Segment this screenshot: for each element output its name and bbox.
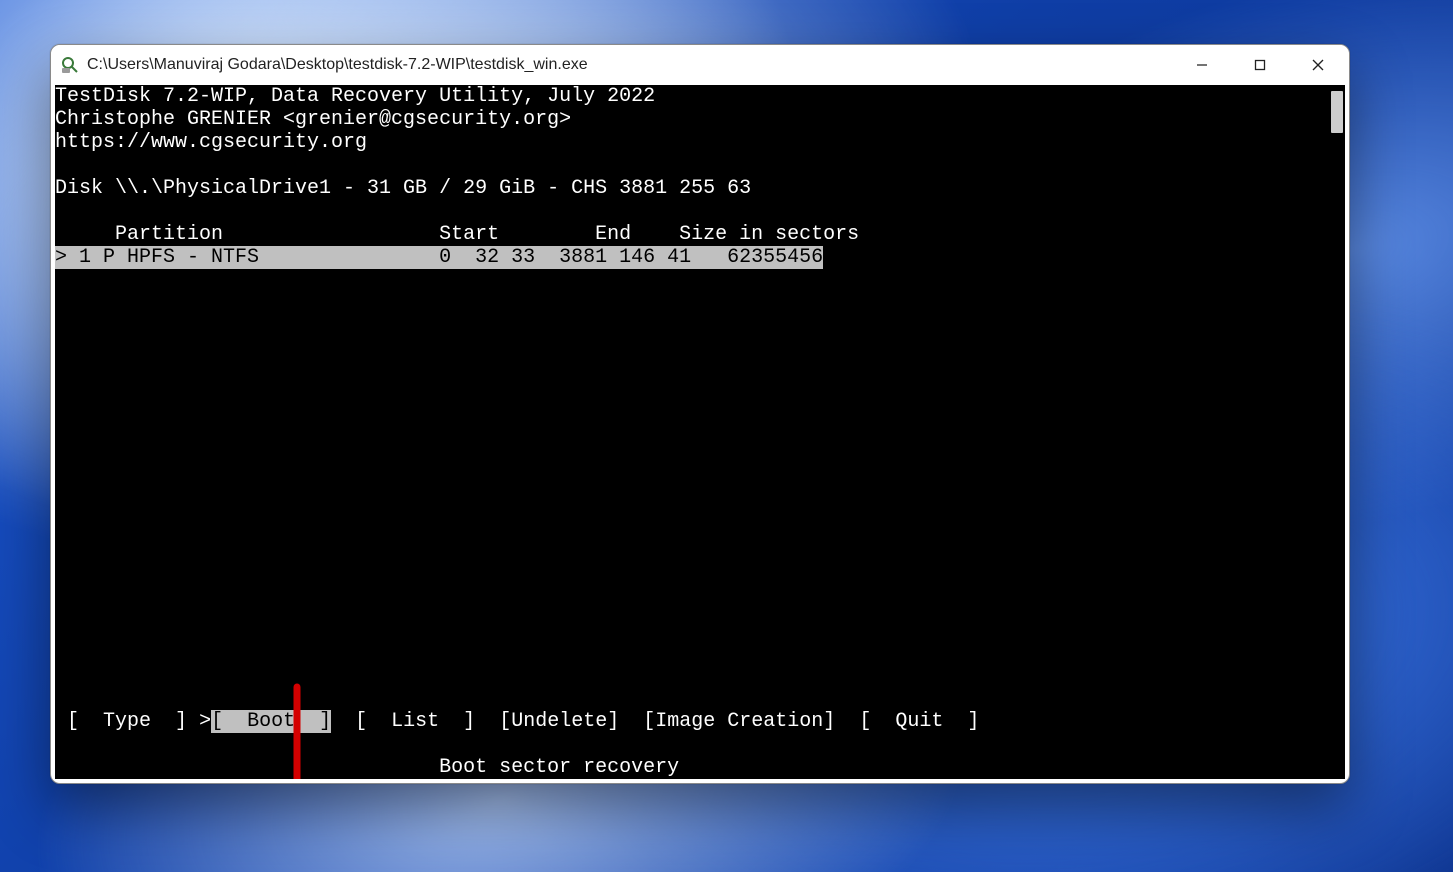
- partition-columns: Partition Start End Size in sectors: [55, 223, 1327, 246]
- desktop-background: C:\Users\Manuviraj Godara\Desktop\testdi…: [0, 0, 1453, 872]
- console-line: TestDisk 7.2-WIP, Data Recovery Utility,…: [55, 85, 1327, 108]
- console-scrollbar[interactable]: [1327, 85, 1345, 779]
- menu-type[interactable]: [ Type ]: [55, 710, 199, 733]
- menu-quit[interactable]: [ Quit ]: [847, 710, 991, 733]
- maximize-button[interactable]: [1231, 45, 1289, 85]
- window-buttons: [1173, 45, 1347, 85]
- console-line: https://www.cgsecurity.org: [55, 131, 1327, 154]
- menu-boot[interactable]: >[ Boot ]: [199, 710, 331, 733]
- minimize-button[interactable]: [1173, 45, 1231, 85]
- titlebar[interactable]: C:\Users\Manuviraj Godara\Desktop\testdi…: [51, 45, 1349, 85]
- app-window: C:\Users\Manuviraj Godara\Desktop\testdi…: [50, 44, 1350, 784]
- console-area[interactable]: TestDisk 7.2-WIP, Data Recovery Utility,…: [55, 85, 1345, 779]
- window-title: C:\Users\Manuviraj Godara\Desktop\testdi…: [87, 56, 1173, 74]
- menu-list[interactable]: [ List ]: [331, 710, 487, 733]
- console-line: Disk \\.\PhysicalDrive1 - 31 GB / 29 GiB…: [55, 177, 1327, 200]
- console-line: Christophe GRENIER <grenier@cgsecurity.o…: [55, 108, 1327, 131]
- menu-hint: Boot sector recovery: [55, 756, 1327, 779]
- console-line: [55, 154, 1327, 177]
- scrollbar-thumb[interactable]: [1331, 91, 1343, 133]
- menu-image-creation[interactable]: [Image Creation]: [631, 710, 847, 733]
- console-content: TestDisk 7.2-WIP, Data Recovery Utility,…: [55, 85, 1327, 779]
- menu-bar: [ Type ] >[ Boot ] [ List ] [Undelete] […: [55, 687, 991, 756]
- menu-undelete[interactable]: [Undelete]: [487, 710, 631, 733]
- app-icon: [61, 56, 79, 74]
- close-button[interactable]: [1289, 45, 1347, 85]
- console-line: [55, 200, 1327, 223]
- partition-row-selected[interactable]: > 1 P HPFS - NTFS 0 32 33 3881 146 41 62…: [55, 246, 823, 269]
